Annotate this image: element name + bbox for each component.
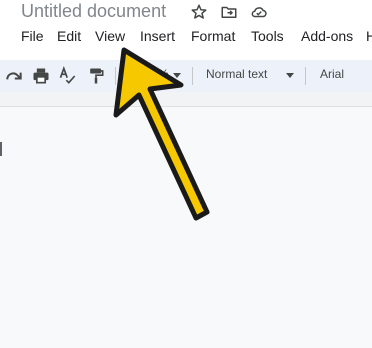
- move-to-folder-icon[interactable]: [220, 3, 238, 21]
- menu-addons[interactable]: Add-ons: [301, 28, 353, 44]
- star-icon[interactable]: [190, 3, 208, 21]
- menu-tools[interactable]: Tools: [251, 28, 284, 44]
- paint-format-icon[interactable]: [86, 66, 106, 86]
- menu-file[interactable]: File: [21, 28, 44, 44]
- cloud-saved-icon[interactable]: [250, 3, 268, 21]
- docs-header: Untitled document File Edit View Insert …: [0, 0, 372, 60]
- toolbar-separator: [192, 67, 193, 85]
- menu-bar: File Edit View Insert Format Tools Add-o…: [0, 28, 372, 48]
- left-margin-marker: [0, 142, 2, 156]
- print-icon[interactable]: [31, 66, 51, 86]
- menu-view[interactable]: View: [95, 28, 125, 44]
- document-title[interactable]: Untitled document: [21, 1, 166, 22]
- document-canvas[interactable]: [0, 107, 372, 348]
- menu-insert[interactable]: Insert: [140, 28, 175, 44]
- menu-format[interactable]: Format: [191, 28, 235, 44]
- font-select[interactable]: Arial: [320, 67, 344, 81]
- paragraph-style-select[interactable]: Normal text: [206, 67, 267, 81]
- zoom-select[interactable]: 100%: [138, 67, 169, 81]
- spellcheck-icon[interactable]: [58, 66, 78, 86]
- zoom-dropdown-icon[interactable]: [173, 73, 181, 78]
- ruler: [0, 92, 372, 107]
- menu-help[interactable]: H: [366, 28, 372, 44]
- redo-icon[interactable]: [4, 66, 24, 86]
- toolbar-separator: [305, 67, 306, 85]
- toolbar-separator: [115, 67, 116, 85]
- toolbar: 100% Normal text Arial: [0, 60, 372, 92]
- menu-edit[interactable]: Edit: [57, 28, 81, 44]
- style-dropdown-icon[interactable]: [286, 73, 294, 78]
